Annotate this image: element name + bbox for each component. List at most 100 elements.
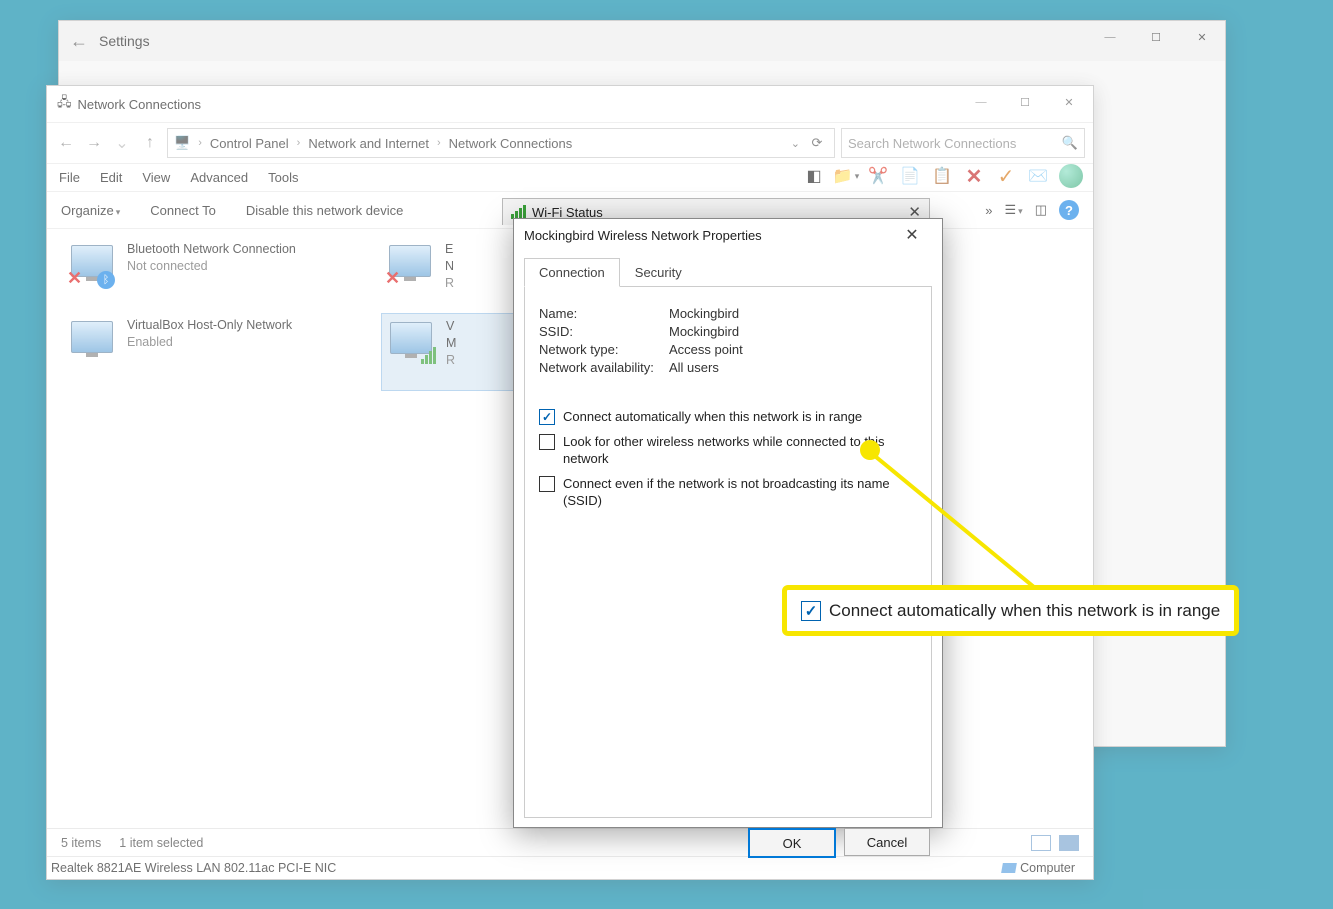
dialog-title: Mockingbird Wireless Network Properties (524, 228, 762, 243)
window-icon[interactable]: ◧ (803, 165, 825, 187)
close-button[interactable]: ✕ (892, 225, 932, 245)
maximize-button[interactable]: ☐ (1133, 21, 1179, 53)
label-name: Name: (539, 306, 669, 321)
checkbox-icon (539, 476, 555, 492)
checkbox-connect-hidden[interactable]: Connect even if the network is not broad… (539, 475, 917, 509)
annotation-text: Connect automatically when this network … (829, 601, 1220, 621)
breadcrumb[interactable]: Control Panel (210, 136, 289, 151)
nc-toolbar-icons: ◧ 📁▾ ✂️ 📄 📋 ✕ ✓ ✉️ (803, 164, 1083, 188)
organize-button[interactable]: Organize▾ (61, 203, 120, 218)
copy-icon[interactable]: 📄 (899, 165, 921, 187)
cut-icon[interactable]: ✂️ (867, 165, 889, 187)
connection-item-wifi[interactable]: V M R (381, 313, 521, 391)
item-line: M (446, 335, 456, 352)
value-availability: All users (669, 360, 719, 375)
cancel-button[interactable]: Cancel (844, 828, 930, 856)
minimize-button[interactable]: — (959, 88, 1003, 116)
search-icon: 🔍 (1062, 135, 1078, 151)
disable-device-button[interactable]: Disable this network device (246, 203, 404, 218)
nav-back-icon[interactable]: ← (55, 134, 77, 152)
ok-button[interactable]: OK (748, 828, 836, 858)
delete-icon[interactable]: ✕ (963, 165, 985, 187)
close-button[interactable]: ✕ (1047, 88, 1091, 116)
annotation-dot (860, 440, 880, 460)
annotation-callout: Connect automatically when this network … (782, 585, 1239, 636)
status-computer: Computer (1020, 861, 1075, 875)
item-line: R (445, 275, 454, 292)
network-adapter-icon: ✕ᛒ (67, 241, 119, 289)
chevron-right-icon: › (198, 137, 202, 149)
dialog-body: Name:Mockingbird SSID:Mockingbird Networ… (524, 287, 932, 818)
address-dropdown-icon[interactable]: ⌄ (791, 137, 800, 150)
more-icon[interactable]: » (985, 203, 992, 218)
views-dropdown-icon[interactable]: ☰▾ (1005, 202, 1023, 218)
item-status: Not connected (127, 258, 296, 275)
dialog-titlebar: Mockingbird Wireless Network Properties … (514, 219, 942, 251)
help-icon[interactable]: ? (1059, 200, 1079, 220)
nav-forward-icon[interactable]: → (83, 134, 105, 152)
control-panel-icon: 🖥️ (174, 135, 190, 151)
search-input[interactable]: Search Network Connections 🔍 (841, 128, 1085, 158)
item-status: Enabled (127, 334, 292, 351)
folder-icon[interactable]: 📁▾ (835, 165, 857, 187)
connection-item[interactable]: ✕ E N R (381, 237, 499, 313)
tab-connection[interactable]: Connection (524, 258, 620, 287)
item-name: V (446, 318, 456, 335)
menu-view[interactable]: View (142, 170, 170, 185)
tiles-view-icon[interactable] (1059, 835, 1079, 851)
label-ssid: SSID: (539, 324, 669, 339)
wifi-signal-icon (511, 205, 526, 219)
refresh-icon[interactable]: ⟳ (806, 135, 828, 151)
connection-item-virtualbox[interactable]: VirtualBox Host-Only Network Enabled (63, 313, 361, 389)
menu-tools[interactable]: Tools (268, 170, 298, 185)
label-availability: Network availability: (539, 360, 669, 375)
settings-title: Settings (99, 33, 150, 49)
chevron-right-icon: › (437, 137, 441, 149)
menu-edit[interactable]: Edit (100, 170, 122, 185)
checkbox-connect-automatically[interactable]: Connect automatically when this network … (539, 408, 917, 425)
paste-icon[interactable]: 📋 (931, 165, 953, 187)
back-icon[interactable]: ← (59, 31, 99, 52)
preview-pane-icon[interactable]: ◫ (1035, 202, 1047, 218)
network-properties-dialog: Mockingbird Wireless Network Properties … (513, 218, 943, 828)
shell-icon[interactable] (1059, 164, 1083, 188)
search-placeholder: Search Network Connections (848, 136, 1062, 151)
item-line: R (446, 352, 456, 369)
nc-nav: ← → ⌄ ↑ 🖥️ › Control Panel › Network and… (47, 123, 1093, 164)
item-name: E (445, 241, 454, 258)
checkbox-icon (539, 409, 555, 425)
minimize-button[interactable]: — (1087, 21, 1133, 53)
connection-item-bluetooth[interactable]: ✕ᛒ Bluetooth Network Connection Not conn… (63, 237, 361, 313)
status-device: Realtek 8821AE Wireless LAN 802.11ac PCI… (51, 861, 336, 875)
maximize-button[interactable]: ☐ (1003, 88, 1047, 116)
apply-icon[interactable]: ✓ (995, 165, 1017, 187)
value-name: Mockingbird (669, 306, 739, 321)
connect-to-button[interactable]: Connect To (150, 203, 216, 218)
wifi-signal-icon (421, 347, 436, 364)
value-network-type: Access point (669, 342, 743, 357)
nc-title: Network Connections (78, 97, 202, 112)
details-view-icon[interactable] (1031, 835, 1051, 851)
network-adapter-icon (67, 317, 119, 365)
label-network-type: Network type: (539, 342, 669, 357)
nav-up-icon[interactable]: ↑ (139, 134, 161, 152)
network-adapter-icon: ✕ (385, 241, 437, 289)
menu-advanced[interactable]: Advanced (190, 170, 248, 185)
breadcrumb[interactable]: Network Connections (449, 136, 573, 151)
dialog-tabs: Connection Security (524, 257, 932, 287)
item-name: Bluetooth Network Connection (127, 241, 296, 258)
status-selected-count: 1 item selected (119, 836, 203, 850)
item-name: VirtualBox Host-Only Network (127, 317, 292, 334)
nc-titlebar: 🖧 Network Connections — ☐ ✕ (47, 86, 1093, 123)
tab-security[interactable]: Security (620, 258, 697, 287)
recent-dropdown-icon[interactable]: ⌄ (111, 133, 133, 153)
mail-icon[interactable]: ✉️ (1027, 165, 1049, 187)
checkbox-icon (539, 434, 555, 450)
dialog-buttons: OK Cancel (514, 818, 942, 868)
address-bar[interactable]: 🖥️ › Control Panel › Network and Interne… (167, 128, 835, 158)
checkbox-icon (801, 601, 821, 621)
close-button[interactable]: ✕ (1179, 21, 1225, 53)
value-ssid: Mockingbird (669, 324, 739, 339)
breadcrumb[interactable]: Network and Internet (308, 136, 429, 151)
menu-file[interactable]: File (59, 170, 80, 185)
